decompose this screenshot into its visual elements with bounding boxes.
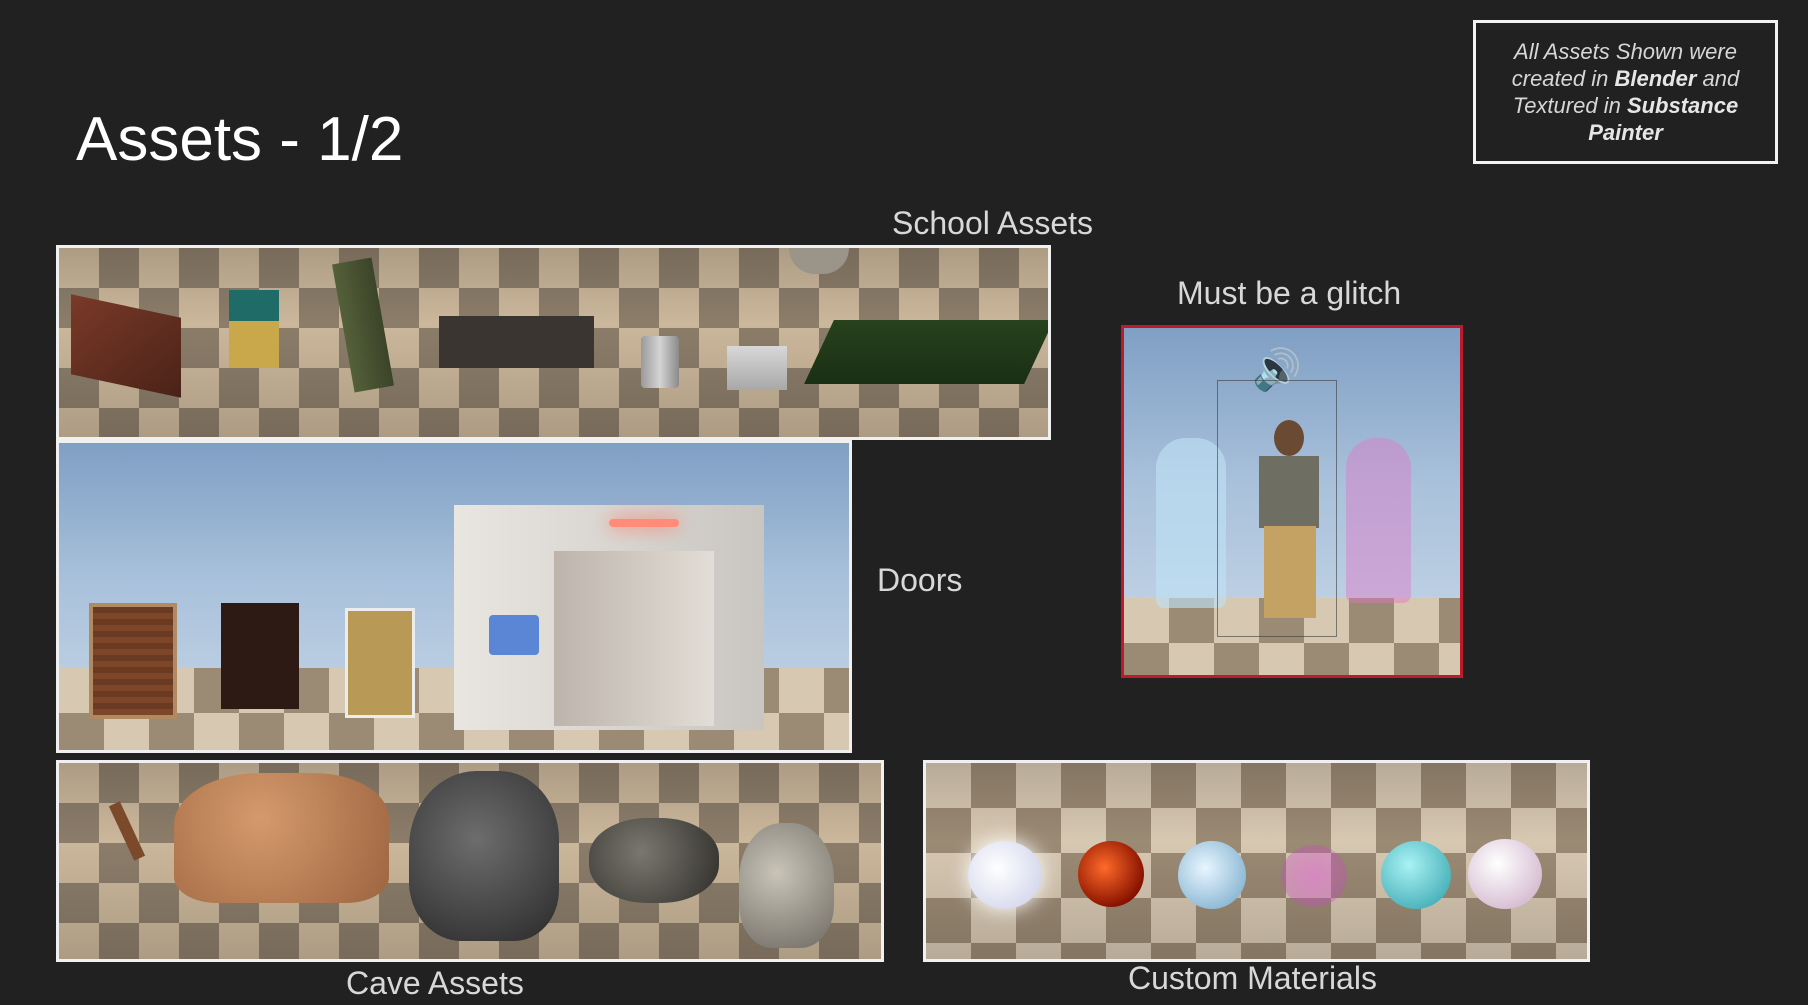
green-board-model [804,320,1048,384]
doors-image [56,440,852,753]
classroom-door-model [345,608,415,718]
note-text: All Assets Shown were created in Blender… [1492,38,1759,146]
ice-sphere [1178,841,1246,909]
pink-hologram-sphere [1281,845,1347,907]
cave-assets-image [56,760,884,962]
chair-model [229,290,279,368]
teal-sphere [1381,841,1451,909]
white-glow-sphere [968,841,1042,909]
carpet-model [439,316,594,368]
dark-door-model [221,603,299,709]
note-box: All Assets Shown were created in Blender… [1473,20,1778,164]
pink-ghost-figure [1346,438,1411,603]
caption-glitch: Must be a glitch [1177,275,1402,311]
box-model [727,346,787,390]
note-blender: Blender [1614,66,1697,91]
pearl-sphere [1468,839,1542,909]
caption-school-assets: School Assets [892,205,1093,241]
sandstone-rock [174,773,389,903]
grey-rock [739,823,834,948]
blue-ghost-figure [1156,438,1226,608]
glitch-image: 🔊 [1121,325,1463,678]
wooden-door-model [89,603,177,719]
slide-title: Assets - 1/2 [76,105,404,174]
trash-bin-model [641,336,679,388]
caption-cave-assets: Cave Assets [346,965,524,1001]
caption-doors: Doors [877,562,963,598]
school-assets-image [56,245,1051,440]
custom-materials-image [923,760,1590,962]
camera-icon [489,615,539,655]
door-light [609,519,679,527]
caption-custom-materials: Custom Materials [1128,960,1377,996]
bounding-box [1217,380,1337,637]
lava-sphere [1078,841,1144,907]
dark-rock-large [409,771,559,941]
dark-rock-small [589,818,719,903]
sliding-door-model [554,551,714,726]
